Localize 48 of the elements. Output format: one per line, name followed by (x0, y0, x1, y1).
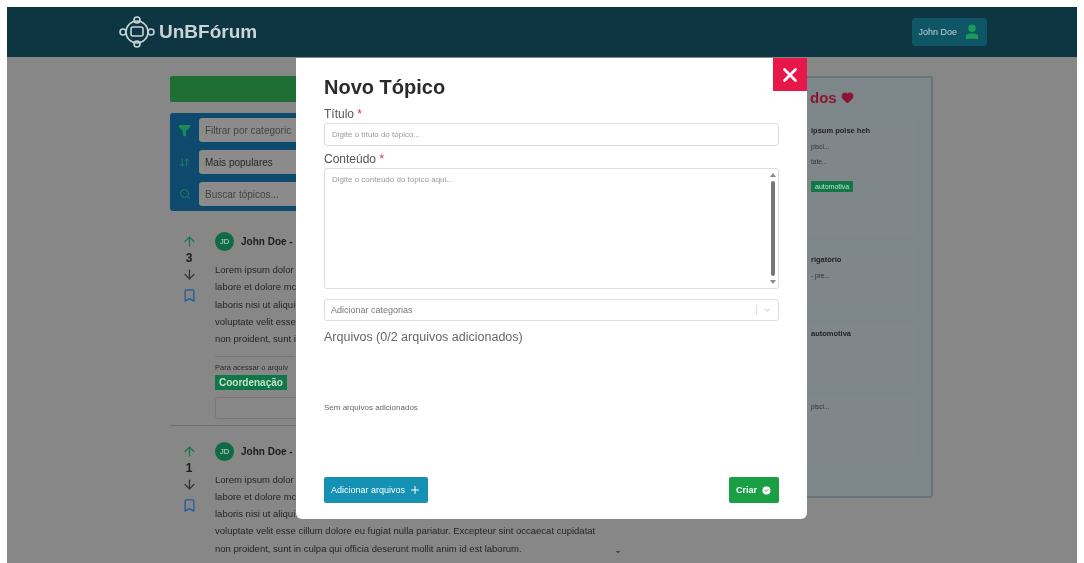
field-label: Conteúdo * (324, 152, 385, 166)
side-panel-title: dos (810, 88, 837, 106)
upvote-icon[interactable] (181, 443, 197, 459)
category-tag: Coordenação (215, 374, 287, 390)
post-text-line: labore et dolore mc (215, 489, 297, 504)
user-button[interactable]: John Doe (912, 18, 987, 46)
close-button[interactable] (773, 58, 807, 91)
content-field[interactable]: Digite o conteúdo do tópico aqui... (324, 168, 779, 289)
empty-files-text: Sem arquivos adicionados (324, 403, 418, 412)
scroll-down-icon[interactable] (770, 280, 776, 284)
create-button[interactable]: Criar (729, 477, 779, 503)
field-label: Título * (324, 107, 363, 121)
post-text-line: Lorem ipsum dolor (215, 472, 294, 487)
scroll-up-icon[interactable] (770, 173, 776, 177)
downvote-icon[interactable] (181, 267, 197, 283)
post-author: John Doe - (241, 236, 293, 248)
category-select[interactable]: Adicionar categorias (324, 299, 779, 321)
add-files-button[interactable]: Adicionar arquivos (324, 477, 429, 503)
post-text-line: non proident, sunt in culpa qui officia deserunt mollit anim id est laborum. (215, 541, 522, 556)
search-icon (178, 188, 191, 201)
sort-icon (179, 156, 190, 168)
scrollbar-thumb[interactable] (771, 181, 775, 276)
post-text-line: Lorem ipsum dolor (215, 263, 294, 278)
vote-count: 3 (185, 251, 193, 266)
post-text-line: laboris nisi ut aliqui (215, 507, 296, 522)
files-heading: Arquivos (0/2 arquivos adicionados) (324, 330, 523, 344)
check-icon (761, 484, 772, 496)
post-text-line: voluptate velit esse cillum dolore eu fugiat nulla pariatur. Excepteur sint occaecat cupidatat (215, 524, 596, 539)
chevron-down-icon (762, 305, 772, 315)
title-field[interactable]: Digite o título do tópico... (324, 123, 779, 146)
dialog-title: Novo Tópico (324, 76, 446, 99)
post-text-line: laboris nisi ut aliqui (215, 297, 296, 312)
bookmark-icon[interactable] (181, 497, 197, 513)
post-text-line: labore et dolore mc (215, 280, 297, 295)
filter-icon (178, 123, 191, 137)
upvote-icon[interactable] (181, 234, 197, 250)
caret-icon[interactable] (614, 548, 622, 556)
post-author: John Doe - (241, 445, 293, 457)
post-text-line: non proident, sunt i (215, 332, 296, 347)
vote-count: 1 (185, 460, 193, 475)
heart-icon (840, 90, 854, 104)
post-text-line: voluptate velit esse (215, 314, 296, 329)
plus-icon (409, 484, 422, 496)
bookmark-icon[interactable] (181, 288, 197, 304)
logo-text[interactable]: UnBFórum (159, 21, 258, 43)
logo-icon (119, 16, 155, 48)
user-icon (963, 23, 981, 41)
downvote-icon[interactable] (181, 476, 197, 492)
